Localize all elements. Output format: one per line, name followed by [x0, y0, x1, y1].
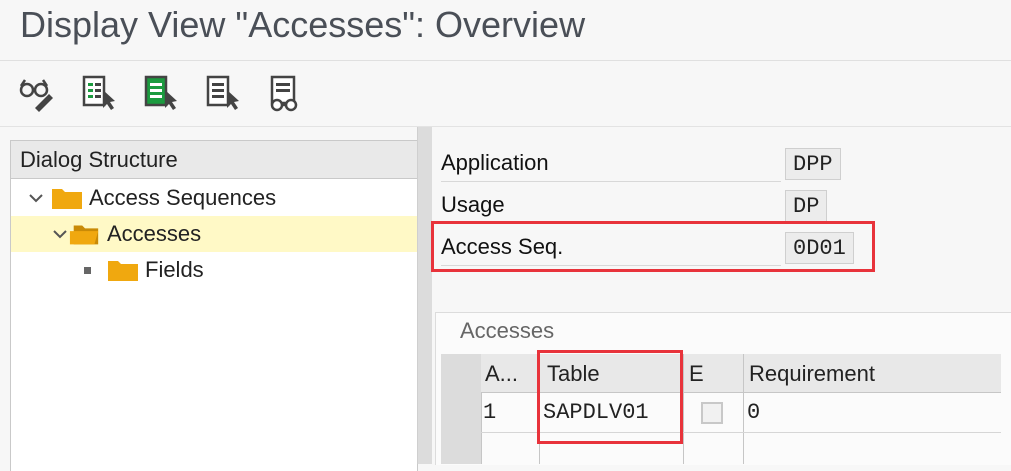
glasses-pencil-icon	[19, 79, 53, 112]
tree-item-label: Fields	[145, 257, 204, 282]
cell-requirement[interactable]: 0	[747, 396, 760, 430]
leaf-bullet-icon	[84, 266, 91, 274]
accesses-table: A... Table E Requirement 1 SAPDLV01 0	[441, 354, 1001, 464]
field-value-application[interactable]: DPP	[785, 148, 841, 180]
tree-item-label: Access Sequences	[89, 185, 277, 210]
column-header-access[interactable]: A...	[485, 354, 518, 392]
select-all-icon	[82, 75, 115, 110]
field-usage: Usage DP	[441, 186, 847, 224]
toolbar-button-select-block[interactable]	[142, 70, 180, 116]
dialog-structure-pane: Dialog Structure Access Sequences Access…	[10, 140, 418, 471]
highlight-box-access-seq	[431, 221, 875, 272]
details-glasses-icon	[270, 75, 298, 112]
field-label-application: Application	[441, 150, 549, 175]
row-selector-column[interactable]	[441, 354, 482, 464]
column-header-exclusive[interactable]: E	[689, 354, 704, 392]
deselect-all-icon	[206, 75, 239, 110]
toolbar-divider	[0, 126, 1011, 127]
select-block-icon	[144, 75, 177, 110]
field-underline	[441, 181, 781, 182]
toolbar-button-details[interactable]	[266, 70, 304, 116]
folder-icon	[51, 186, 83, 210]
page-title: Display View "Accesses": Overview	[20, 4, 586, 45]
toolbar-button-select-all[interactable]	[80, 70, 118, 116]
column-divider	[683, 354, 684, 464]
pane-splitter[interactable]	[417, 127, 432, 464]
folder-open-icon	[69, 222, 101, 246]
highlight-box-table	[537, 350, 683, 444]
title-divider	[0, 60, 1011, 61]
chevron-down-icon[interactable]	[27, 189, 45, 207]
field-value-usage[interactable]: DP	[785, 190, 828, 222]
field-label-usage: Usage	[441, 192, 505, 217]
dialog-structure-header: Dialog Structure	[11, 141, 417, 179]
column-divider	[743, 354, 744, 464]
chevron-down-icon[interactable]	[51, 225, 69, 243]
accesses-section-title: Accesses	[460, 318, 555, 343]
toolbar	[18, 70, 328, 116]
tree-item-fields[interactable]: Fields	[11, 252, 417, 288]
tree-item-accesses[interactable]: Accesses	[11, 216, 417, 252]
column-header-requirement[interactable]: Requirement	[749, 354, 875, 392]
folder-icon	[107, 258, 139, 282]
toolbar-button-deselect-all[interactable]	[204, 70, 242, 116]
tree-item-access-sequences[interactable]: Access Sequences	[11, 180, 417, 216]
tree-item-label: Accesses	[107, 221, 202, 246]
cell-access-number[interactable]: 1	[483, 396, 496, 430]
field-application: Application DPP	[441, 144, 847, 182]
toolbar-button-display-change[interactable]	[18, 70, 56, 116]
cell-exclusive-checkbox[interactable]	[701, 402, 723, 424]
